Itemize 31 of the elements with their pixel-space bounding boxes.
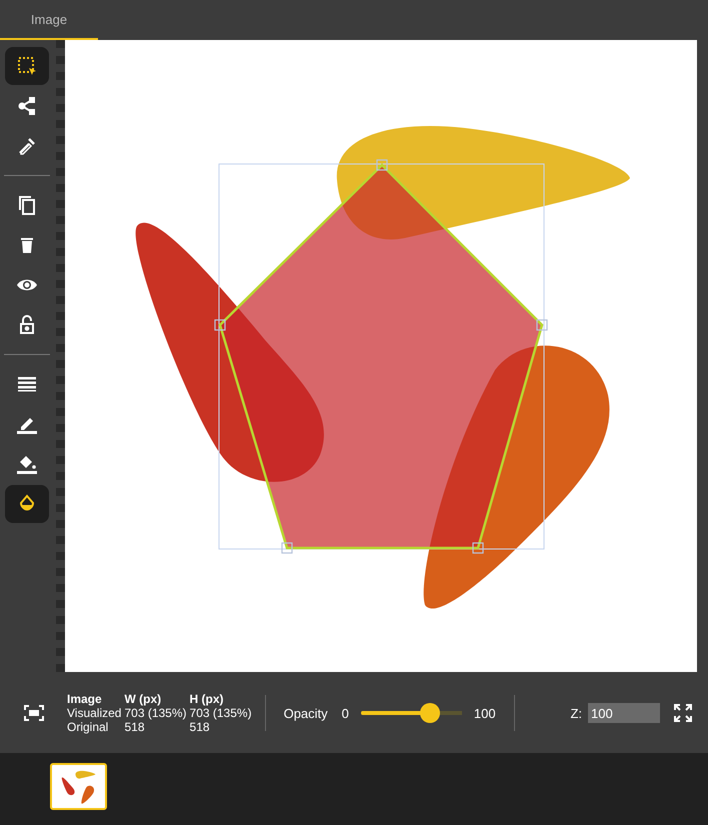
row-label: Visualized — [67, 706, 122, 720]
dimension-value: 703 (135%) — [190, 706, 252, 720]
slider-min-label: 0 — [342, 706, 349, 720]
fullscreen-icon[interactable] — [674, 704, 692, 722]
opacity-label: Opacity — [284, 706, 328, 720]
row-label: Original — [67, 720, 110, 734]
column-header: H (px) — [190, 692, 225, 706]
dimension-value: 703 (135%) — [124, 706, 187, 720]
image-thumbnail[interactable] — [50, 763, 107, 810]
column-header: Image — [67, 692, 103, 706]
nodes-icon — [16, 96, 36, 116]
z-label: Z: — [570, 706, 582, 720]
vertex-handle[interactable] — [281, 542, 293, 554]
dashed-selection-icon — [16, 56, 36, 76]
copy-icon — [16, 195, 36, 215]
slider-thumb[interactable] — [420, 703, 440, 723]
dimension-value: 518 — [124, 720, 146, 734]
eyedropper-icon — [16, 136, 36, 156]
lines-icon — [16, 374, 36, 394]
dimension-value: 518 — [190, 720, 211, 734]
slider-max-label: 100 — [474, 706, 496, 720]
tool-button[interactable] — [4, 485, 48, 523]
column-header: W (px) — [124, 692, 162, 706]
vertex-handle[interactable] — [214, 319, 226, 331]
paint-bucket-icon — [16, 453, 38, 475]
fit-to-screen-icon[interactable] — [24, 705, 44, 721]
z-input-field[interactable]: 100 — [588, 703, 660, 723]
vertex-handle[interactable] — [536, 319, 548, 331]
vertex-handle[interactable] — [472, 542, 484, 554]
vertex-handle[interactable] — [376, 159, 388, 171]
tool-button[interactable] — [4, 47, 48, 85]
